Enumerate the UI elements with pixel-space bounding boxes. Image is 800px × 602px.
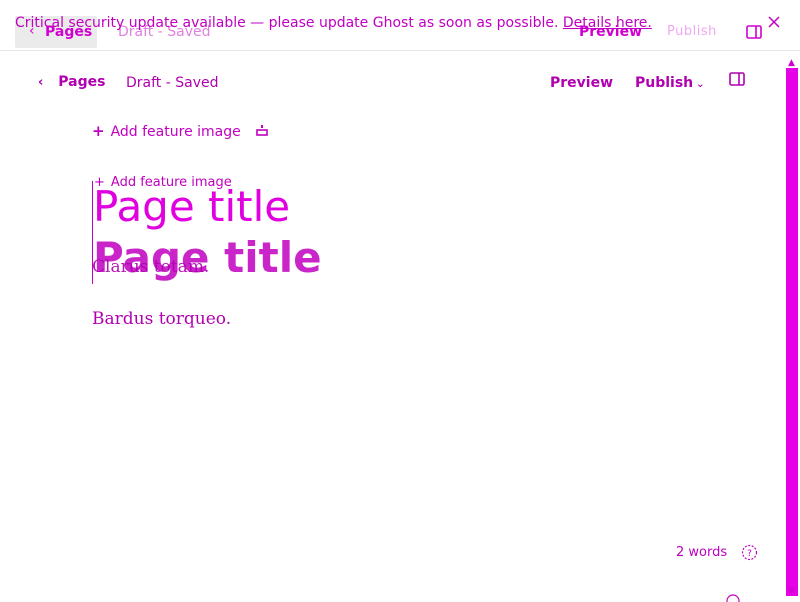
plus-icon: + — [92, 122, 105, 140]
publish-label: Publish — [635, 75, 694, 91]
scroll-down-arrow-icon[interactable]: ▼ — [788, 586, 795, 596]
help-icon[interactable] — [725, 592, 741, 602]
svg-text:?: ? — [747, 549, 752, 559]
back-to-pages-link[interactable]: ‹ Pages — [38, 74, 105, 90]
publish-button[interactable]: Publish ⌄ — [635, 75, 705, 91]
preview-button[interactable]: Preview — [550, 75, 613, 91]
chevron-down-icon: ⌄ — [696, 79, 705, 90]
editor-header: ‹ Pages Draft - Saved Preview Publish ⌄ — [0, 60, 780, 106]
upload-icon[interactable] — [256, 124, 268, 136]
word-count: 2 words — [676, 545, 728, 560]
add-feature-image-label: Add feature image — [110, 124, 241, 140]
body-paragraph[interactable]: Bardus torqueo. — [92, 309, 231, 329]
help-icon[interactable]: ? — [741, 544, 758, 561]
back-label: Pages — [58, 74, 106, 90]
add-feature-image-button[interactable]: + Add feature image — [92, 122, 241, 140]
chevron-left-icon: ‹ — [38, 75, 44, 90]
banner-message-text: Critical security update available — ple… — [15, 15, 559, 31]
close-icon[interactable] — [766, 14, 782, 30]
save-status: Draft - Saved — [126, 75, 219, 91]
scroll-up-arrow-icon[interactable]: ▲ — [788, 58, 795, 68]
sidebar-toggle-icon[interactable] — [729, 72, 745, 86]
body-paragraph[interactable]: Clarus totam. — [92, 257, 209, 277]
banner-message: Critical security update available — ple… — [15, 15, 652, 31]
security-banner: ‹ Pages Draft - Saved Preview Publish Cr… — [0, 0, 800, 51]
banner-details-link[interactable]: Details here. — [563, 15, 652, 31]
page-title-input[interactable]: Page title — [93, 182, 290, 231]
ghost-publish-button[interactable]: Publish — [667, 24, 717, 39]
sidebar-toggle-icon[interactable] — [746, 25, 762, 39]
vertical-scrollbar[interactable]: ▲ ▼ — [784, 58, 800, 600]
scrollbar-thumb[interactable] — [786, 68, 798, 596]
